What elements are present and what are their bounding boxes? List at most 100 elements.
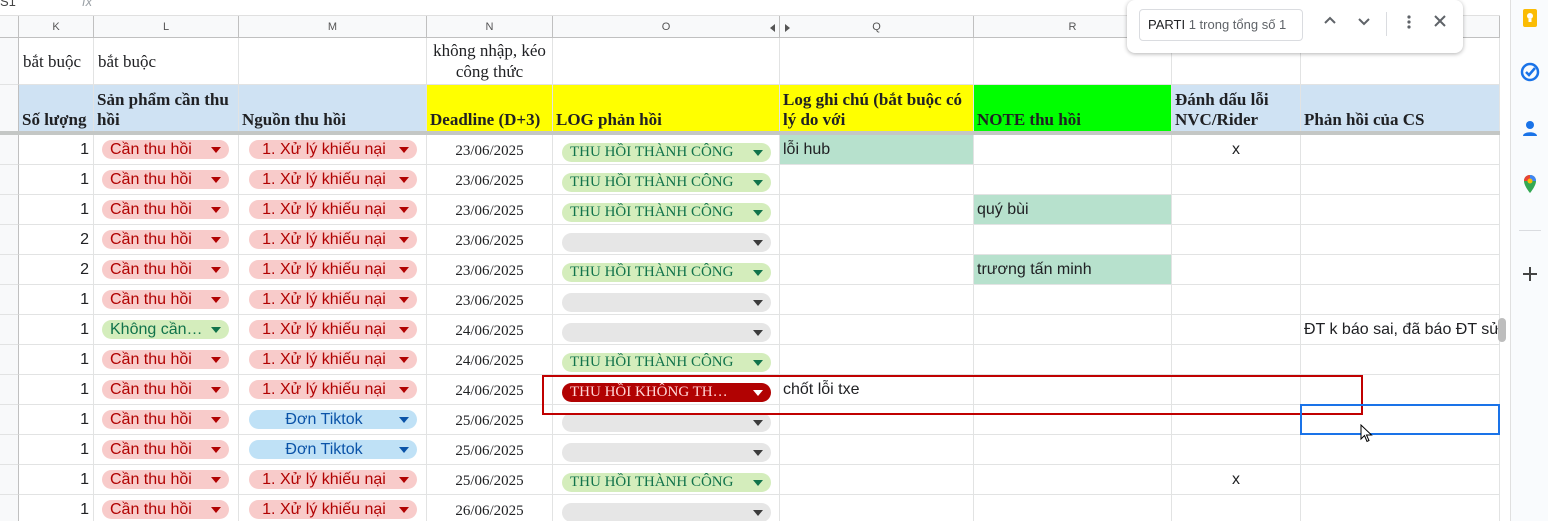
deadline-cell[interactable]: 23/06/2025 [427,135,553,165]
column-header-q[interactable]: Q [780,16,974,38]
qty-cell[interactable]: 1 [19,135,94,165]
down-chevron-icon[interactable] [1354,14,1374,34]
log-dropdown[interactable] [562,503,771,521]
note-cell[interactable] [974,135,1172,165]
dropdown-arrow-icon[interactable] [753,330,763,336]
deadline-cell[interactable]: 24/06/2025 [427,345,553,375]
product-dropdown[interactable]: Cần thu hồi [102,170,229,189]
dropdown-arrow-icon[interactable] [399,147,409,153]
dropdown-arrow-icon[interactable] [211,417,221,423]
dropdown-arrow-icon[interactable] [399,267,409,273]
cs-cell[interactable] [1301,135,1500,165]
product-dropdown[interactable]: Cần thu hồi [102,230,229,249]
maps-icon[interactable] [1520,174,1540,194]
product-cell[interactable]: Cần thu hồi [94,345,239,375]
product-cell[interactable]: Cần thu hồi [94,165,239,195]
log-cell[interactable] [553,435,780,465]
qty-cell[interactable]: 2 [19,225,94,255]
dropdown-arrow-icon[interactable] [211,507,221,513]
source-dropdown[interactable]: 1. Xử lý khiếu nại [249,140,417,159]
deadline-cell[interactable]: 23/06/2025 [427,255,553,285]
dropdown-arrow-icon[interactable] [399,177,409,183]
source-cell[interactable]: 1. Xử lý khiếu nại [239,135,427,165]
product-cell[interactable]: Cần thu hồi [94,375,239,405]
pre-header-o[interactable] [553,38,780,85]
column-header-n[interactable]: N [427,16,553,38]
dropdown-arrow-icon[interactable] [211,357,221,363]
dropdown-arrow-icon[interactable] [753,210,763,216]
dropdown-arrow-icon[interactable] [753,510,763,516]
product-cell[interactable]: Cần thu hồi [94,405,239,435]
qty-cell[interactable]: 1 [19,345,94,375]
mark-cell[interactable] [1172,495,1301,521]
dropdown-arrow-icon[interactable] [211,267,221,273]
note-log-cell[interactable] [780,195,974,225]
source-dropdown[interactable]: 1. Xử lý khiếu nại [249,290,417,309]
note-log-cell[interactable] [780,315,974,345]
dropdown-arrow-icon[interactable] [211,237,221,243]
product-cell[interactable]: Cần thu hồi [94,465,239,495]
log-dropdown[interactable] [562,443,771,462]
product-cell[interactable]: Cần thu hồi [94,255,239,285]
note-log-cell[interactable] [780,255,974,285]
product-dropdown[interactable]: Cần thu hồi [102,470,229,489]
dropdown-arrow-icon[interactable] [753,360,763,366]
product-dropdown[interactable]: Cần thu hồi [102,500,229,519]
pre-header-m[interactable] [239,38,427,85]
row-header[interactable] [0,405,19,435]
dropdown-arrow-icon[interactable] [399,417,409,423]
log-dropdown[interactable] [562,233,771,252]
log-cell[interactable]: THU HỒI THÀNH CÔNG [553,195,780,225]
deadline-cell[interactable]: 25/06/2025 [427,435,553,465]
note-log-cell[interactable] [780,465,974,495]
source-dropdown[interactable]: 1. Xử lý khiếu nại [249,230,417,249]
mark-cell[interactable]: x [1172,135,1301,165]
vertical-scrollbar[interactable] [1498,318,1506,342]
deadline-cell[interactable]: 25/06/2025 [427,465,553,495]
product-cell[interactable]: Cần thu hồi [94,135,239,165]
qty-cell[interactable]: 1 [19,405,94,435]
qty-cell[interactable]: 1 [19,195,94,225]
dropdown-arrow-icon[interactable] [753,180,763,186]
note-cell[interactable] [974,435,1172,465]
hidden-column-left-arrow[interactable] [770,24,775,32]
keep-icon[interactable] [1520,8,1540,28]
dropdown-arrow-icon[interactable] [211,207,221,213]
dropdown-arrow-icon[interactable] [211,147,221,153]
pre-header-k[interactable]: bắt buộc [19,38,94,85]
product-dropdown[interactable]: Cần thu hồi [102,410,229,429]
source-dropdown[interactable]: 1. Xử lý khiếu nại [249,200,417,219]
cs-cell[interactable] [1301,255,1500,285]
qty-cell[interactable]: 1 [19,285,94,315]
dropdown-arrow-icon[interactable] [399,327,409,333]
add-icon[interactable] [1520,264,1540,284]
log-cell[interactable] [553,225,780,255]
note-cell[interactable]: trương tấn minh [974,255,1172,285]
column-header-k[interactable]: K [19,16,94,38]
header-qty[interactable]: Số lượng [19,85,94,133]
row-header[interactable] [0,495,19,521]
product-cell[interactable]: Cần thu hồi [94,225,239,255]
source-cell[interactable]: 1. Xử lý khiếu nại [239,255,427,285]
note-cell[interactable] [974,285,1172,315]
name-box[interactable]: S1 [0,0,16,9]
dropdown-arrow-icon[interactable] [211,297,221,303]
selected-cell[interactable] [1300,404,1500,435]
column-header-o[interactable]: O [553,16,780,38]
more-vert-icon[interactable] [1399,14,1419,34]
cs-cell[interactable]: ĐT k báo sai, đã báo ĐT sử [1301,315,1500,345]
product-dropdown[interactable]: Cần thu hồi [102,200,229,219]
note-log-cell[interactable] [780,345,974,375]
note-log-cell[interactable] [780,495,974,521]
mark-cell[interactable] [1172,165,1301,195]
product-dropdown[interactable]: Cần thu hồi [102,440,229,459]
header-note[interactable]: NOTE thu hồi [974,85,1172,133]
log-cell[interactable] [553,285,780,315]
product-cell[interactable]: Cần thu hồi [94,195,239,225]
source-dropdown[interactable]: 1. Xử lý khiếu nại [249,260,417,279]
mark-cell[interactable] [1172,255,1301,285]
note-log-cell[interactable]: lỗi hub [780,135,974,165]
source-dropdown[interactable]: 1. Xử lý khiếu nại [249,320,417,339]
mark-cell[interactable] [1172,225,1301,255]
dropdown-arrow-icon[interactable] [211,387,221,393]
